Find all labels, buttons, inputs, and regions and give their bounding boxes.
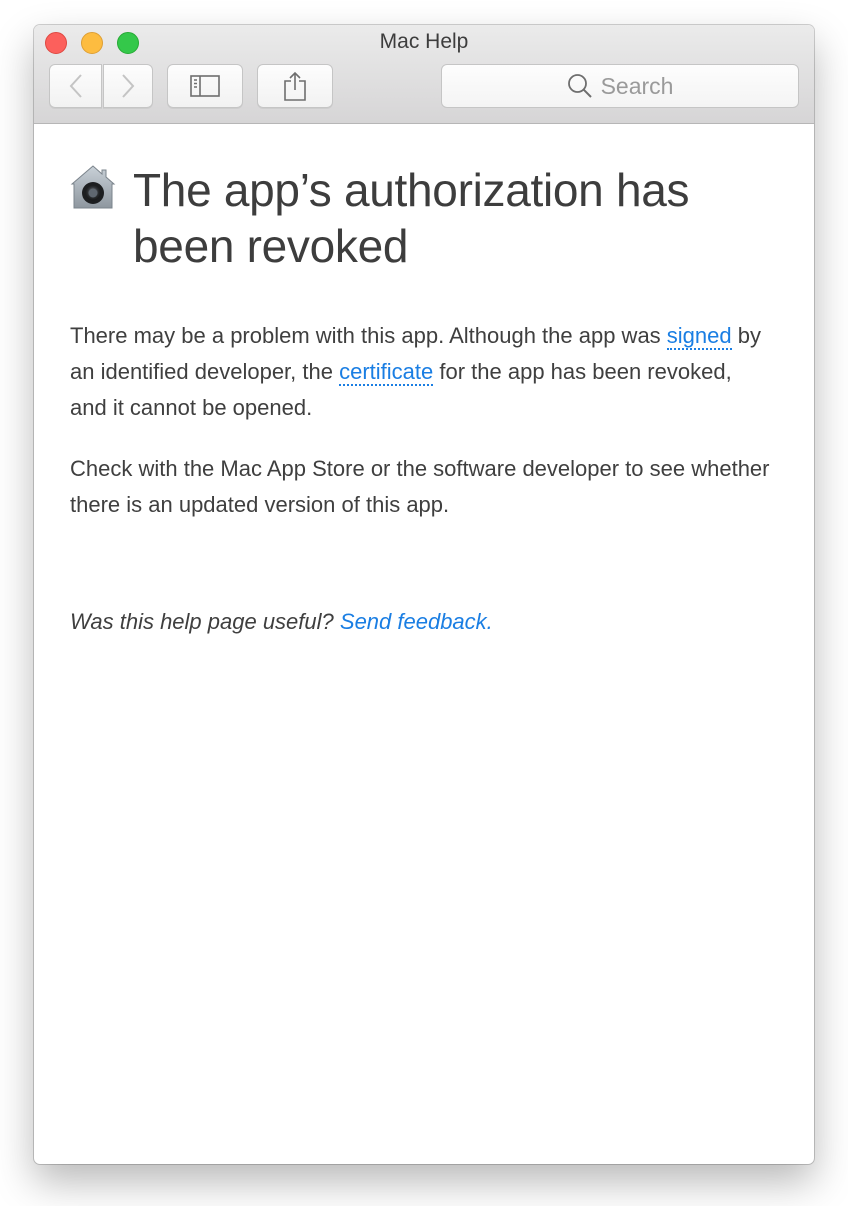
sidebar-toggle-button[interactable]	[167, 64, 243, 108]
gatekeeper-house-icon	[70, 165, 116, 209]
sidebar-icon	[190, 75, 220, 97]
window-title: Mac Help	[379, 30, 469, 53]
share-button[interactable]	[257, 64, 333, 108]
search-placeholder: Search	[600, 72, 674, 99]
send-feedback-link[interactable]: Send feedback.	[340, 609, 493, 634]
intro-paragraph: There may be a problem with this app. Al…	[70, 318, 770, 426]
share-icon	[284, 71, 306, 101]
search-field[interactable]: Search	[441, 64, 799, 108]
chevron-left-icon	[69, 74, 82, 98]
chevron-right-icon	[122, 74, 135, 98]
forward-button[interactable]	[103, 64, 153, 108]
paragraph-text: There may be a problem with this app. Al…	[70, 323, 667, 348]
feedback-question: Was this help page useful?	[70, 609, 340, 634]
page-title: The app’s authorization has been revoked	[133, 164, 690, 272]
back-button[interactable]	[49, 64, 102, 108]
advice-paragraph: Check with the Mac App Store or the soft…	[70, 456, 770, 517]
search-icon	[567, 74, 592, 98]
help-window: Mac Help Search The app’s authorization …	[34, 25, 814, 1164]
signed-link[interactable]: signed	[666, 323, 732, 350]
feedback-prompt: Was this help page useful? Send feedback…	[70, 604, 493, 640]
title-bar: Mac Help Search	[34, 25, 814, 124]
certificate-link[interactable]: certificate	[339, 359, 434, 386]
